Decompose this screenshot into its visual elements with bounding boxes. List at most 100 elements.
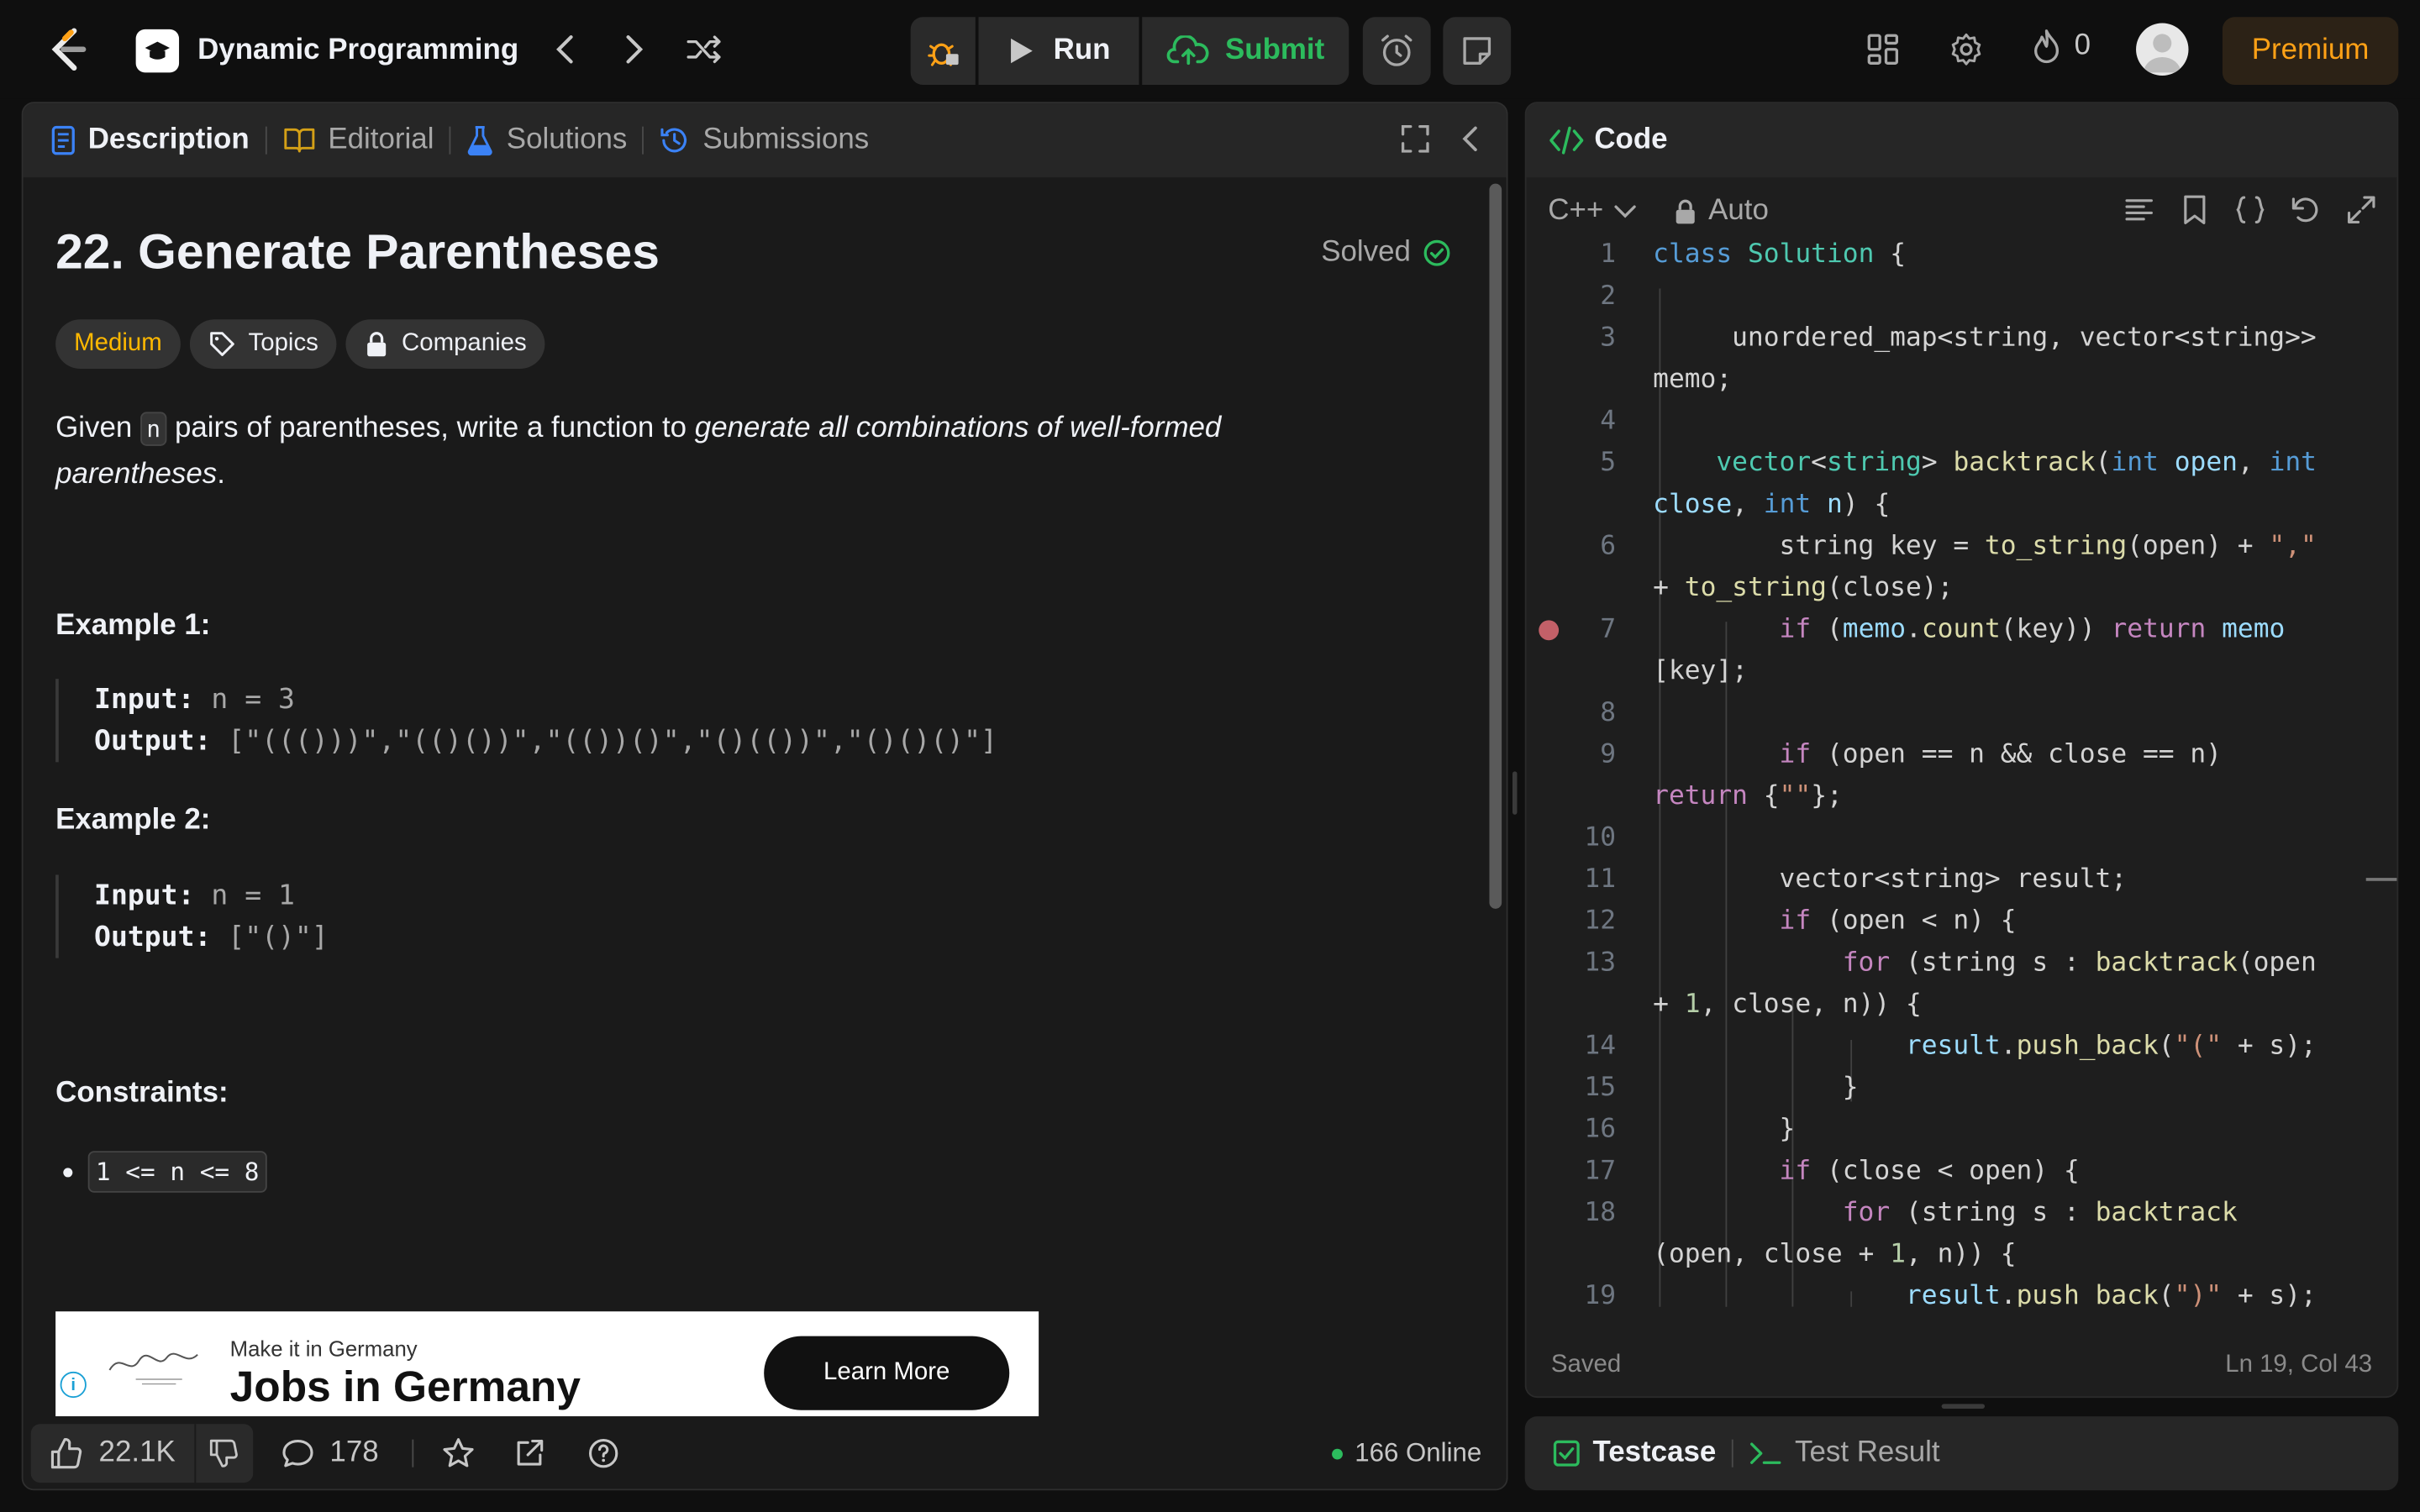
auto-label: Auto — [1708, 194, 1769, 228]
breakpoint-dot[interactable] — [1539, 620, 1560, 641]
layout-icon[interactable] — [1865, 31, 1902, 68]
lock-icon — [367, 332, 387, 357]
description-footer: 22.1K 178 166 Online — [23, 1416, 1507, 1489]
problem-title: 22. Generate Parentheses — [55, 223, 660, 280]
run-submit-group: Run Submit — [910, 17, 1349, 86]
share-button[interactable] — [513, 1436, 546, 1470]
editor-status-bar: Saved Ln 19, Col 43 — [1527, 1335, 2397, 1396]
streak-counter[interactable]: 0 — [2031, 28, 2091, 65]
expand-icon[interactable] — [1398, 122, 1432, 155]
braces-icon[interactable] — [2233, 193, 2267, 227]
leetcode-logo-icon[interactable] — [43, 24, 92, 74]
editor-tools — [2123, 193, 2379, 227]
collapse-left-icon[interactable] — [1454, 122, 1487, 155]
example-output-label: Output: — [94, 921, 212, 954]
lock-icon — [1676, 198, 1695, 223]
question-circle-icon — [589, 1439, 618, 1468]
format-lines-icon[interactable] — [2123, 193, 2156, 227]
tag-chips: Medium Topics Companies — [55, 319, 545, 369]
scroll-indicator[interactable] — [2365, 878, 2397, 881]
user-avatar[interactable] — [2136, 23, 2189, 76]
timer-button[interactable] — [1362, 17, 1431, 86]
thumbs-up-icon — [50, 1438, 82, 1469]
example-input-value: n = 3 — [211, 683, 295, 717]
bug-icon — [928, 43, 959, 66]
description-scrollbar[interactable] — [1489, 183, 1502, 909]
online-dot — [1331, 1447, 1343, 1459]
language-select[interactable]: C++ — [1548, 194, 1637, 228]
resize-handle[interactable] — [1512, 771, 1518, 815]
tab-editorial[interactable]: Editorial — [266, 103, 450, 177]
signature-logo-icon — [108, 1352, 198, 1385]
workspace-button[interactable]: Dynamic Programming — [135, 24, 519, 76]
notes-button[interactable] — [1443, 17, 1512, 86]
graduation-cap-icon — [135, 29, 180, 73]
expand-icon[interactable] — [2344, 193, 2378, 227]
thumbs-down-icon — [210, 1439, 239, 1467]
gear-icon[interactable] — [1948, 31, 1985, 68]
topics-label: Topics — [248, 330, 318, 357]
shuffle-icon[interactable] — [686, 31, 723, 68]
cursor-position: Ln 19, Col 43 — [2225, 1351, 2373, 1378]
problem-description: Given n pairs of parentheses, write a fu… — [55, 406, 1321, 496]
info-icon[interactable]: i — [60, 1371, 87, 1399]
document-icon — [51, 125, 75, 155]
test-result-label: Test Result — [1795, 1436, 1940, 1469]
save-status: Saved — [1550, 1351, 1622, 1378]
premium-button[interactable]: Premium — [2222, 17, 2399, 86]
favorite-button[interactable] — [442, 1436, 476, 1470]
tab-solutions[interactable]: Solutions — [451, 103, 643, 177]
online-label: 166 Online — [1355, 1437, 1482, 1467]
check-circle-icon — [1423, 239, 1450, 266]
tab-testcase[interactable]: Testcase — [1553, 1436, 1717, 1470]
code-panel-header: Code — [1526, 103, 2397, 178]
submit-button[interactable]: Submit — [1142, 17, 1349, 86]
description-panel: Description Editorial Solutions Submissi… — [21, 102, 1508, 1491]
example-1-block: Input: n = 3 Output: ["((()))","(()())",… — [55, 679, 1136, 763]
language-label: C++ — [1548, 194, 1604, 228]
run-button[interactable]: Run — [978, 17, 1139, 86]
bookmark-icon[interactable] — [2178, 193, 2212, 227]
auto-mode[interactable]: Auto — [1675, 194, 1769, 228]
help-button[interactable] — [587, 1436, 621, 1470]
prev-problem-icon[interactable] — [546, 31, 583, 68]
submit-label: Submit — [1224, 34, 1325, 66]
footer-divider — [413, 1439, 414, 1467]
tab-description-label: Description — [87, 123, 250, 156]
debug-button[interactable] — [910, 17, 976, 86]
dislike-button[interactable] — [193, 1424, 253, 1483]
tab-description[interactable]: Description — [24, 103, 266, 177]
code-editor[interactable]: 1 class Solution { 2 3 unordered_map<stri… — [1527, 242, 2397, 1307]
example-1-title: Example 1: — [55, 609, 211, 643]
tab-submissions[interactable]: Submissions — [644, 103, 885, 177]
reset-icon[interactable] — [2289, 193, 2323, 227]
resize-handle[interactable] — [1941, 1404, 1986, 1409]
tab-test-result[interactable]: Test Result — [1749, 1436, 1940, 1470]
advertisement[interactable]: Make it in Germany Jobs in Germany Learn… — [55, 1311, 1039, 1417]
tab-solutions-label: Solutions — [506, 123, 628, 156]
online-count: 166 Online — [1331, 1437, 1482, 1469]
workspace-title: Dynamic Programming — [197, 34, 519, 66]
comments-button[interactable]: 178 — [281, 1436, 379, 1470]
external-link-icon — [518, 1439, 544, 1466]
like-button[interactable]: 22.1K — [31, 1424, 194, 1483]
testcase-label: Testcase — [1592, 1436, 1717, 1469]
book-icon — [283, 128, 314, 153]
example-input-label: Input: — [94, 683, 195, 717]
topics-chip[interactable]: Topics — [189, 319, 337, 369]
difficulty-badge: Medium — [55, 319, 181, 369]
left-tab-bar: Description Editorial Solutions Submissi… — [23, 103, 1507, 178]
example-2-block: Input: n = 1 Output: ["()"] — [55, 874, 1136, 958]
code-panel-title: Code — [1594, 123, 1668, 156]
cloud-upload-icon — [1166, 35, 1209, 66]
comment-icon — [281, 1439, 313, 1467]
streak-count: 0 — [2074, 29, 2091, 62]
companies-chip[interactable]: Companies — [345, 319, 545, 369]
learn-more-button[interactable]: Learn More — [764, 1336, 1010, 1410]
constraint-item: 1 <= n <= 8 — [63, 1151, 267, 1193]
desc-text: pairs of parentheses, write a function t… — [166, 412, 695, 444]
inline-code: n — [139, 412, 167, 446]
test-panel: Testcase Test Result — [1524, 1416, 2399, 1491]
next-problem-icon[interactable] — [616, 31, 653, 68]
companies-label: Companies — [402, 330, 527, 357]
